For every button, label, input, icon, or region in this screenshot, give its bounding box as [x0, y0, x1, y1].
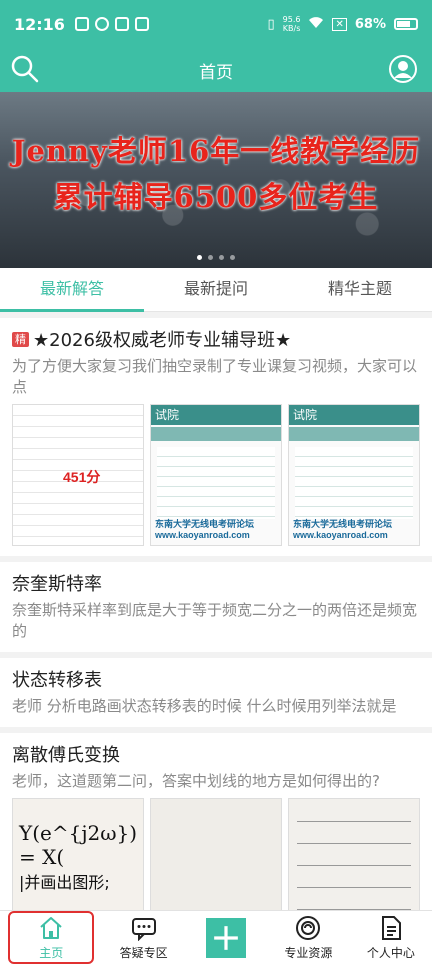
post-title: 奈奎斯特率	[12, 574, 102, 595]
page-title: 首页	[199, 62, 233, 83]
text-line	[297, 843, 411, 844]
watermark-text: 东南大学无线电考研论坛 www.kaoyanroad.com	[155, 519, 255, 540]
tab-latest-answers[interactable]: 最新解答	[0, 268, 144, 312]
content-tabs: 最新解答 最新提问 精华主题	[0, 268, 432, 312]
post-card[interactable]: 离散傅氏变换 老师，这道题第二问，答案中划线的地方是如何得出的? Y(e^{j2…	[0, 733, 432, 910]
pager-dot	[219, 255, 224, 260]
post-description: 老师 分析电路画状态转移表的时候 什么时候用列举法就是	[12, 697, 397, 715]
banner-pager	[0, 255, 432, 260]
net-speed: 95.6 KB/s	[283, 15, 301, 33]
post-title: ★2026级权威老师专业辅导班★	[33, 330, 292, 351]
notification-icon	[94, 17, 109, 31]
post-description: 为了方便大家复习我们抽空录制了专业课复习视频，大家可以点	[12, 357, 418, 396]
resource-icon	[296, 915, 321, 940]
notification-icon	[134, 17, 149, 31]
status-bar: 12:16 ▯ 95.6 KB/s ✕ 68%	[0, 0, 432, 48]
post-card[interactable]: 奈奎斯特率 奈奎斯特采样率到底是大于等于频宽二分之一的两倍还是频宽的	[0, 562, 432, 652]
wifi-icon	[308, 15, 324, 33]
nav-label: 个人中心	[366, 945, 415, 960]
banner-headline: Jenny老师16年一线教学经历	[11, 134, 421, 168]
post-card[interactable]: 状态转移表 老师 分析电路画状态转移表的时候 什么时候用列举法就是	[0, 658, 432, 727]
post-title-row: 精 ★2026级权威老师专业辅导班★	[12, 326, 420, 352]
add-post-button[interactable]	[206, 917, 247, 958]
app-header: 首页	[0, 48, 432, 92]
nav-label: 专业资源	[284, 945, 333, 960]
watermark-text: 东南大学无线电考研论坛 www.kaoyanroad.com	[293, 519, 393, 540]
form-header: 试院	[289, 405, 419, 425]
nav-label: 答疑专区	[119, 945, 168, 960]
post-description: 奈奎斯特采样率到底是大于等于频宽二分之一的两倍还是频宽的	[12, 601, 418, 640]
plus-icon	[214, 925, 238, 950]
post-image[interactable]	[288, 798, 420, 910]
net-speed-value: 95.6	[282, 15, 301, 24]
nav-home[interactable]: 主页	[8, 911, 95, 964]
nav-profile[interactable]: 个人中心	[350, 911, 432, 964]
post-images: 451分 试院 东南大学无线电考研论坛 www.kaoyanroad.com 试…	[12, 404, 420, 546]
document-icon	[381, 915, 401, 940]
promo-banner[interactable]: Jenny老师16年一线教学经历 累计辅导6500多位考生	[0, 92, 432, 268]
nav-resources[interactable]: 专业资源	[267, 911, 349, 964]
status-time: 12:16	[14, 14, 65, 34]
pager-dot	[230, 255, 235, 260]
notification-icons	[74, 17, 149, 31]
post-images: Y(e^{j2ω}) = X( |并画出图形;	[12, 798, 420, 910]
equation-text: Y(e^{j2ω}) = X(	[19, 821, 138, 869]
post-image[interactable]: 试院 东南大学无线电考研论坛 www.kaoyanroad.com	[150, 404, 282, 546]
text-line	[297, 865, 411, 866]
notification-icon	[114, 17, 129, 31]
post-feed: 精 ★2026级权威老师专业辅导班★ 为了方便大家复习我们抽空录制了专业课复习视…	[0, 318, 432, 910]
net-speed-unit: KB/s	[282, 24, 301, 33]
banner-subheadline: 累计辅导6500多位考生	[53, 180, 379, 214]
post-image[interactable]: Y(e^{j2ω}) = X( |并画出图形;	[12, 798, 144, 910]
tab-latest-questions[interactable]: 最新提问	[144, 268, 288, 311]
nav-qa[interactable]: 答疑专区	[102, 911, 184, 964]
pager-dot	[208, 255, 213, 260]
tab-featured-topics[interactable]: 精华主题	[288, 268, 432, 311]
notification-icon	[74, 17, 89, 31]
form-body	[157, 447, 275, 519]
post-image[interactable]: 试院 东南大学无线电考研论坛 www.kaoyanroad.com	[288, 404, 420, 546]
form-body	[295, 447, 413, 519]
post-card[interactable]: 精 ★2026级权威老师专业辅导班★ 为了方便大家复习我们抽空录制了专业课复习视…	[0, 318, 432, 556]
text-line	[297, 887, 411, 888]
search-icon[interactable]	[10, 54, 40, 84]
bottom-nav: 主页 答疑专区 专业资源 个人中心	[0, 910, 432, 964]
home-icon	[40, 916, 62, 939]
form-subheader	[289, 427, 419, 441]
user-avatar-icon[interactable]	[388, 54, 418, 84]
battery-text: 68%	[354, 16, 386, 32]
sim-icon: ✕	[332, 17, 347, 31]
nav-add[interactable]	[185, 911, 267, 964]
score-text: 451分	[63, 469, 101, 485]
post-description: 老师，这道题第二问，答案中划线的地方是如何得出的?	[12, 772, 380, 790]
chat-icon	[131, 917, 156, 941]
text-line	[297, 821, 411, 822]
post-image[interactable]	[150, 798, 282, 910]
post-image[interactable]: 451分	[12, 404, 144, 546]
handwritten-text: |并画出图形;	[19, 873, 110, 892]
battery-icon	[394, 18, 418, 30]
form-subheader	[151, 427, 281, 441]
post-title: 离散傅氏变换	[12, 745, 120, 766]
form-header: 试院	[151, 405, 281, 425]
pager-dot	[197, 255, 202, 260]
nav-label: 主页	[39, 945, 64, 960]
vibrate-icon: ▯	[267, 16, 275, 32]
featured-badge: 精	[12, 331, 29, 347]
post-title: 状态转移表	[12, 670, 102, 691]
